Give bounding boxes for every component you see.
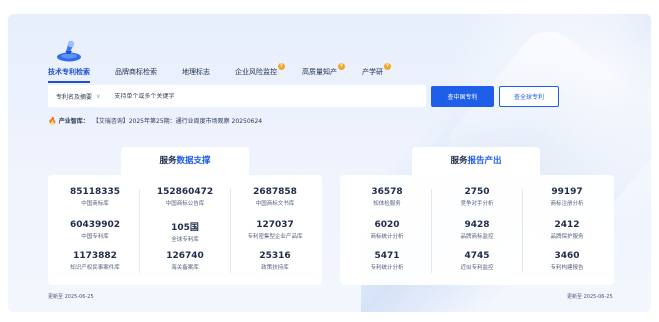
ticker-label: 产业智库： xyxy=(58,118,89,125)
stat-item[interactable]: 36578 知体检服务 xyxy=(340,187,434,207)
stat-value: 2687858 xyxy=(253,187,297,197)
search-input[interactable] xyxy=(114,92,365,100)
stat-value: 36578 xyxy=(371,187,403,197)
search-scope-select[interactable]: 专利名及摘要 ∨ xyxy=(56,92,100,101)
stat-value: 1173882 xyxy=(73,251,117,261)
stat-label: 知体检服务 xyxy=(373,201,401,207)
vip-badge-icon: ¥ xyxy=(278,63,285,70)
search-bar: 专利名及摘要 ∨ xyxy=(48,85,426,107)
stat-item[interactable]: 105国全球专利库 xyxy=(138,220,232,243)
stat-item[interactable]: 2412 品牌保护服务 xyxy=(520,220,614,240)
column-divider xyxy=(522,189,523,273)
stat-value: 9428 xyxy=(464,220,490,230)
nav-tab[interactable]: 高质量知产 ¥ xyxy=(302,63,345,79)
search-global-patent-button[interactable]: 查全球专利 xyxy=(499,86,559,107)
stat-label: 品牌保护服务 xyxy=(550,234,584,240)
fire-icon: 🔥 xyxy=(48,116,57,125)
industry-news-ticker[interactable]: 🔥 产业智库： 【艾瑞咨询】2025年第25期：通行业周度市场观察 202506… xyxy=(48,116,262,126)
column-divider xyxy=(431,189,432,273)
data-support-panel: 85118335 中国商标库 152860472 中国商标公告库 2687858 中国商标… xyxy=(48,175,322,285)
stat-value: 85118335 xyxy=(69,187,121,197)
right-updated-date: 更新至 2025-06-25 xyxy=(567,294,613,300)
stat-item[interactable]: 4745 近似专利监控 xyxy=(430,251,524,271)
stat-item[interactable]: 3460 专利构建报告 xyxy=(520,251,614,271)
stat-item[interactable]: 6020 商标统计分析 xyxy=(340,220,434,240)
search-china-patent-button[interactable]: 查中国专利 xyxy=(431,86,494,107)
column-divider xyxy=(139,189,140,273)
stat-label: 品牌商标监控 xyxy=(460,234,494,240)
nav-tab[interactable]: 地理标志 xyxy=(182,67,210,79)
stat-label: 海关备案库 xyxy=(171,265,199,271)
stat-value: 2412 xyxy=(554,220,580,230)
nav-tab-label: 技术专利检索 xyxy=(48,68,90,76)
stat-label: 专利密集型企业产品库 xyxy=(247,234,303,240)
stat-label: 商标统计分析 xyxy=(370,234,404,240)
stat-label: 专利构建报告 xyxy=(550,265,584,271)
nav-tab[interactable]: 技术专利检索 xyxy=(48,67,90,83)
stat-item[interactable]: 127037 专利密集型企业产品库 xyxy=(228,220,322,240)
stat-label: 中国商标公告库 xyxy=(165,201,205,207)
stat-label: 中国商标库 xyxy=(81,201,109,207)
stat-value: 126740 xyxy=(166,251,204,261)
vip-badge-icon: ¥ xyxy=(384,63,391,70)
nav-tab[interactable]: 品牌商标检索 xyxy=(115,67,157,79)
nav-tab-label: 高质量知产 xyxy=(302,68,337,76)
column-divider xyxy=(230,189,231,273)
stat-item[interactable]: 25316 政策扶持库 xyxy=(228,251,322,271)
stat-value: 99197 xyxy=(551,187,583,197)
stat-value: 60439902 xyxy=(69,220,121,230)
stat-value: 105国 xyxy=(171,223,199,233)
chevron-down-icon: ∨ xyxy=(96,92,101,100)
stat-label: 政策扶持库 xyxy=(261,265,289,271)
stat-label: 近似专利监控 xyxy=(460,265,494,271)
stat-label: 专利统计分析 xyxy=(370,265,404,271)
stat-label: 竞争对手分析 xyxy=(460,201,494,207)
search-scope-label: 专利名及摘要 xyxy=(56,93,93,101)
stat-item[interactable]: 1173882 知识产权民事案件库 xyxy=(48,251,142,271)
stat-label: 全球专利库 xyxy=(171,237,199,243)
logo-icon xyxy=(57,40,81,62)
stat-value: 127037 xyxy=(256,220,294,230)
stat-value: 4745 xyxy=(464,251,490,261)
stat-label: 商标注册分析 xyxy=(550,201,584,207)
stat-value: 2750 xyxy=(464,187,490,197)
stat-item[interactable]: 60439902 中国专利库 xyxy=(48,220,142,240)
stat-item[interactable]: 5471 专利统计分析 xyxy=(340,251,434,271)
report-output-title: 服务报告产出 xyxy=(412,147,540,175)
nav-tab[interactable]: 企业风险监控 ¥ xyxy=(235,63,285,79)
nav-tab-label: 品牌商标检索 xyxy=(115,68,157,76)
stat-value: 5471 xyxy=(374,251,400,261)
left-updated-date: 更新至 2025-06-25 xyxy=(48,294,94,300)
stat-item[interactable]: 2687858 中国商标文书库 xyxy=(228,187,322,207)
stat-value: 6020 xyxy=(374,220,400,230)
stat-item[interactable]: 99197 商标注册分析 xyxy=(520,187,614,207)
nav-tab-label: 产学研 xyxy=(362,68,383,76)
stat-value: 25316 xyxy=(259,251,291,261)
nav-tab-label: 企业风险监控 xyxy=(235,68,277,76)
nav-tab[interactable]: 产学研 ¥ xyxy=(362,63,391,79)
stat-item[interactable]: 126740 海关备案库 xyxy=(138,251,232,271)
nav-tab-label: 地理标志 xyxy=(182,68,210,76)
stat-value: 152860472 xyxy=(156,187,214,197)
stat-item[interactable]: 2750 竞争对手分析 xyxy=(430,187,524,207)
ticker-text[interactable]: 【艾瑞咨询】2025年第25期：通行业周度市场观察 20250624 xyxy=(93,116,262,125)
stat-item[interactable]: 85118335 中国商标库 xyxy=(48,187,142,207)
stat-label: 中国商标文书库 xyxy=(255,201,295,207)
stat-value: 3460 xyxy=(554,251,580,261)
stat-label: 中国专利库 xyxy=(81,234,109,240)
stat-item[interactable]: 152860472 中国商标公告库 xyxy=(138,187,232,207)
data-support-title: 服务数据支撑 xyxy=(121,147,249,175)
stat-item[interactable]: 9428 品牌商标监控 xyxy=(430,220,524,240)
stat-label: 知识产权民事案件库 xyxy=(70,265,120,271)
nav-tabs: 技术专利检索 品牌商标检索 地理标志 企业风险监控 ¥ 高质量知产 ¥ 产学研 ¥ xyxy=(48,63,408,83)
report-output-panel: 36578 知体检服务 2750 竞争对手分析 99197 商标注册分析 6020 商标统计分… xyxy=(340,175,614,285)
vip-badge-icon: ¥ xyxy=(338,63,345,70)
